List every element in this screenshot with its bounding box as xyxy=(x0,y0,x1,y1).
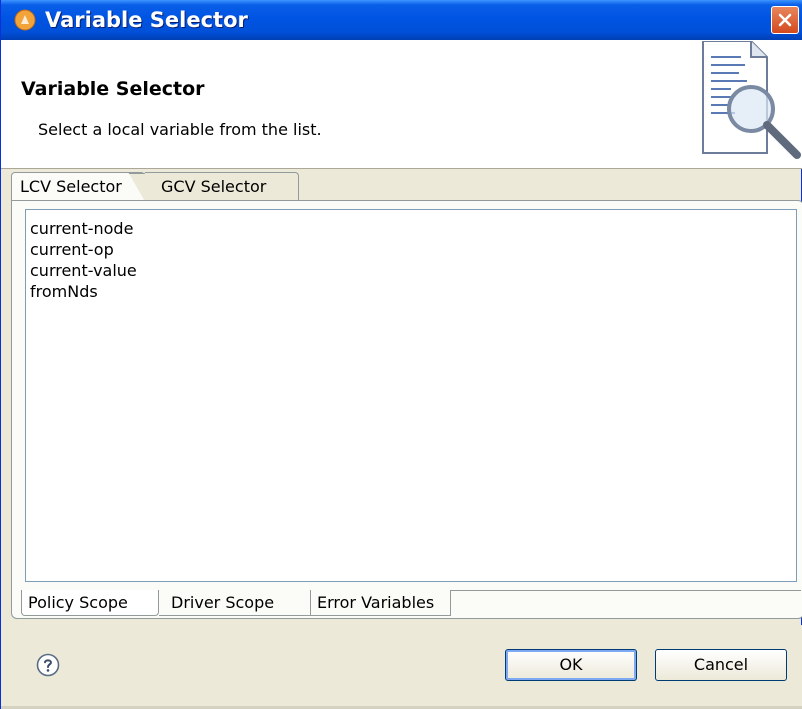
tab-error-variables[interactable]: Error Variables xyxy=(311,590,451,616)
app-icon xyxy=(14,9,36,31)
title-bar[interactable]: Variable Selector xyxy=(1,0,802,40)
tab-label: LCV Selector xyxy=(20,177,122,196)
tab-label: GCV Selector xyxy=(161,177,267,196)
variable-selector-dialog: Variable Selector Variable Selector Sele… xyxy=(0,0,802,709)
help-icon[interactable] xyxy=(36,653,60,677)
tab-label: Error Variables xyxy=(317,593,435,612)
tab-label: Driver Scope xyxy=(171,593,275,612)
tab-driver-scope[interactable]: Driver Scope xyxy=(159,590,311,616)
dialog-header: Variable Selector Select a local variabl… xyxy=(1,40,802,169)
header-description: Select a local variable from the list. xyxy=(38,120,322,139)
tab-lcv-selector[interactable]: LCV Selector xyxy=(11,172,145,200)
tab-gcv-selector[interactable]: GCV Selector xyxy=(145,172,299,200)
document-search-icon xyxy=(702,41,801,159)
tab-strip-border xyxy=(451,590,801,616)
close-button[interactable] xyxy=(771,6,799,34)
tab-policy-scope[interactable]: Policy Scope xyxy=(21,590,159,616)
close-icon xyxy=(778,13,792,27)
variable-list[interactable]: current-node current-op current-value fr… xyxy=(25,209,797,582)
list-item[interactable]: current-value xyxy=(26,260,796,281)
list-item[interactable]: current-op xyxy=(26,239,796,260)
list-item[interactable]: fromNds xyxy=(26,281,796,302)
ok-button[interactable]: OK xyxy=(505,649,637,681)
cancel-button[interactable]: Cancel xyxy=(655,649,787,681)
scope-tabs: Policy Scope Driver Scope Error Variable… xyxy=(21,590,801,618)
list-item[interactable]: current-node xyxy=(26,218,796,239)
button-bar: OK Cancel xyxy=(1,625,802,709)
header-title: Variable Selector xyxy=(21,78,205,100)
tab-label: Policy Scope xyxy=(28,593,128,612)
selector-tabs: LCV Selector GCV Selector xyxy=(11,172,793,202)
window-title: Variable Selector xyxy=(45,8,248,32)
